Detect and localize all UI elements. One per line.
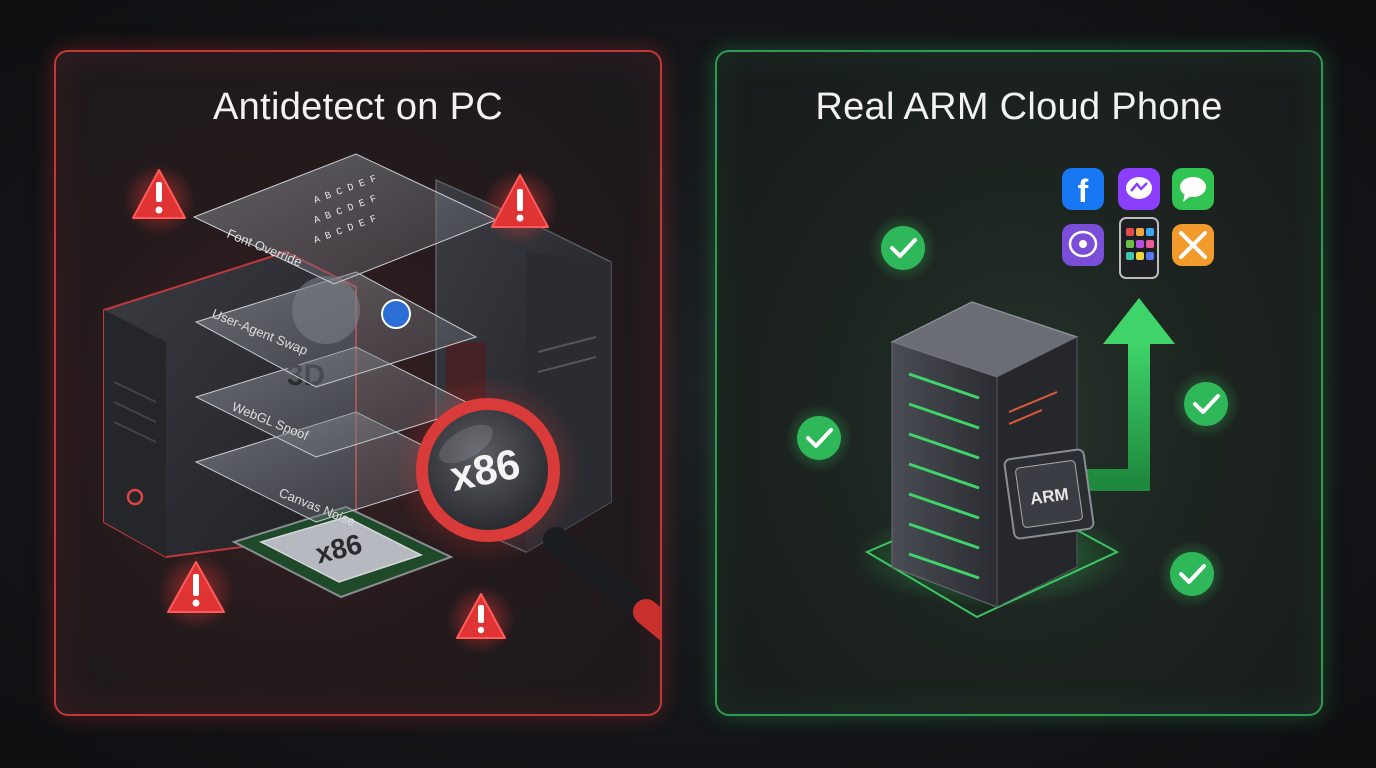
antidetect-illustration: x86 Canvas Noise 3D WebGL Spoof User-Age… bbox=[103, 153, 660, 654]
check-icon bbox=[1158, 540, 1226, 608]
browser-icon bbox=[381, 299, 411, 329]
user-avatar-icon bbox=[292, 276, 360, 344]
arm-cpu-chip: ARM bbox=[1003, 448, 1095, 540]
upward-arrow-icon bbox=[1077, 298, 1175, 491]
warning-icon bbox=[447, 586, 515, 654]
arm-cloud-panel: Real ARM Cloud Phone ARM f bbox=[715, 50, 1323, 716]
messages-icon bbox=[1172, 168, 1214, 210]
check-icon bbox=[785, 404, 853, 472]
facebook-icon: f bbox=[1062, 168, 1104, 210]
arm-cloud-illustration: ARM f bbox=[785, 168, 1240, 619]
phone-icon bbox=[1119, 217, 1159, 279]
check-icon bbox=[869, 214, 937, 282]
messenger-icon bbox=[1118, 168, 1160, 210]
viber-icon bbox=[1062, 224, 1104, 266]
magnifier-icon: x86 bbox=[393, 375, 660, 641]
svg-text:f: f bbox=[1078, 173, 1089, 209]
check-icon bbox=[1172, 370, 1240, 438]
tools-icon bbox=[1172, 224, 1214, 266]
warning-icon bbox=[482, 169, 558, 245]
warning-icon bbox=[123, 164, 195, 236]
antidetect-panel: Antidetect on PC x86 Canvas Noise WebGL … bbox=[54, 50, 662, 716]
warning-icon bbox=[158, 554, 234, 630]
